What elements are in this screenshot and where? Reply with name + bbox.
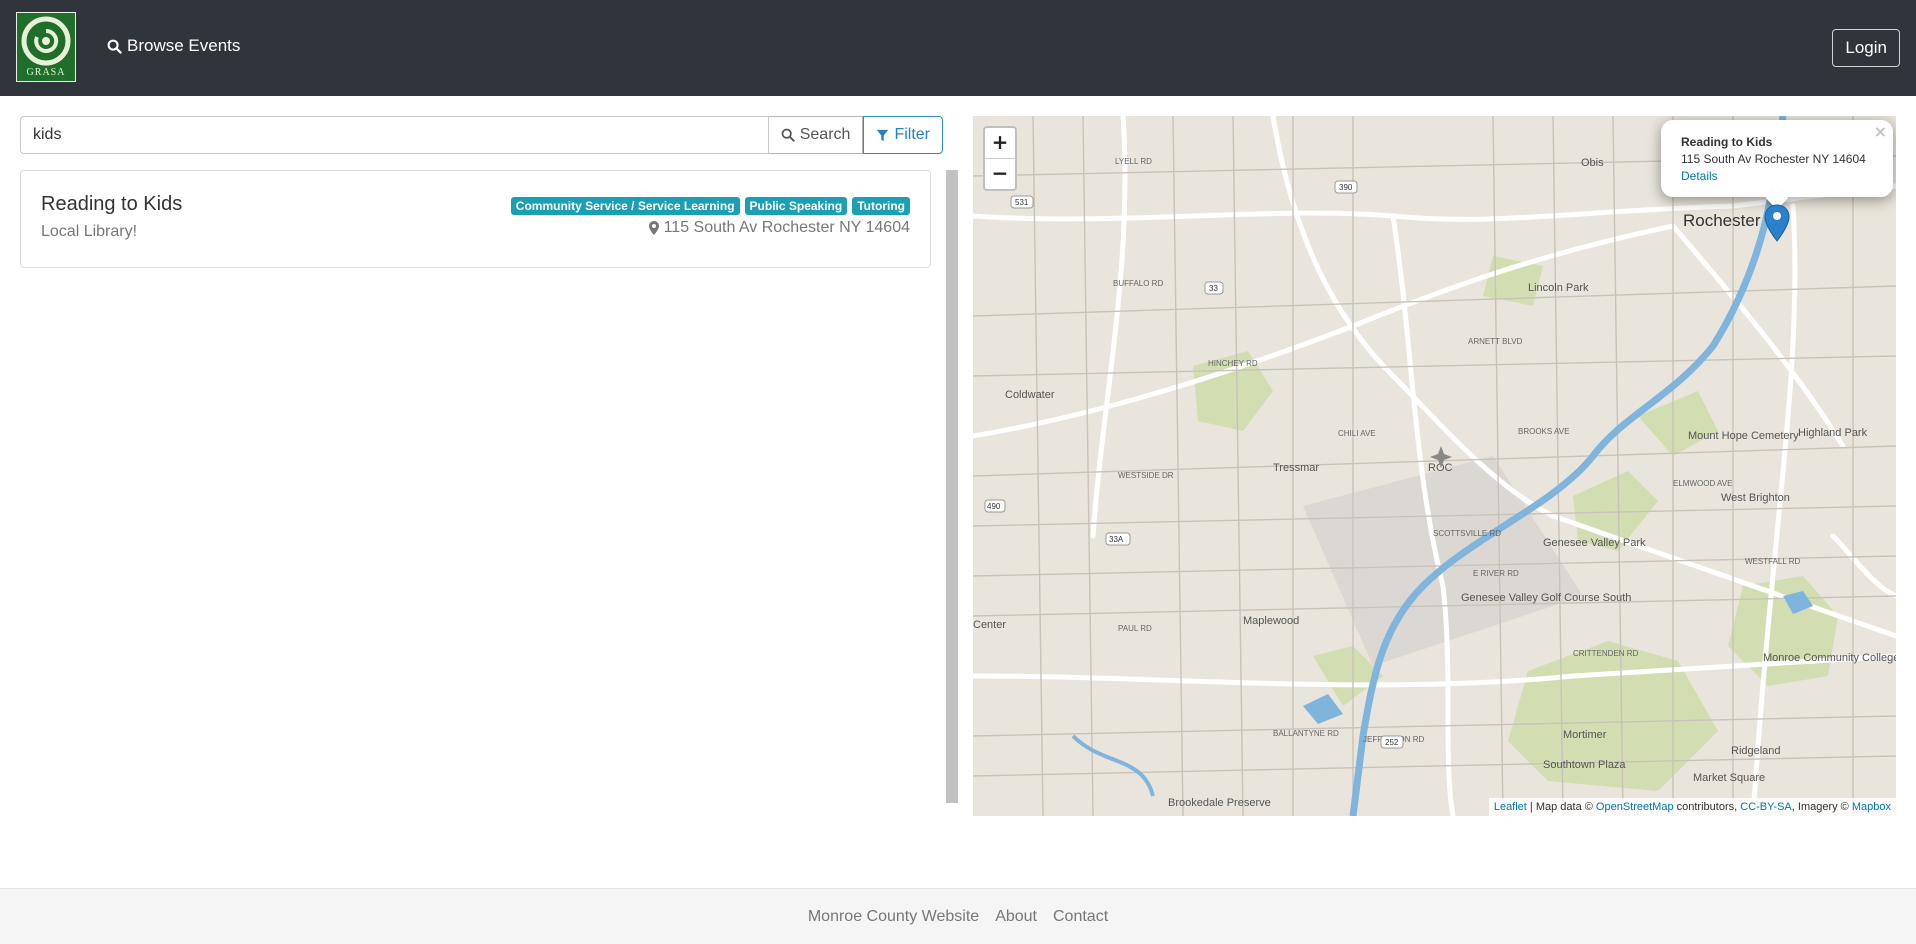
login-button[interactable]: Login	[1832, 29, 1900, 67]
map-label-genesee-valley-park: Genesee Valley Park	[1543, 537, 1646, 549]
navbar: GRASA Browse Events Login	[0, 0, 1916, 96]
map-label-golf-course: Genesee Valley Golf Course South	[1461, 592, 1631, 604]
event-address: 115 South Av Rochester NY 14604	[648, 219, 910, 237]
footer-link-monroe-county[interactable]: Monroe County Website	[808, 908, 979, 926]
map-label-southtown: Southtown Plaza	[1543, 759, 1626, 771]
zoom-control: + −	[983, 126, 1017, 191]
attribution-ccbysa-link[interactable]: CC-BY-SA	[1740, 801, 1792, 813]
filter-button[interactable]: Filter	[863, 116, 943, 154]
map-label-coldwater: Coldwater	[1005, 389, 1055, 401]
attribution-leaflet-link[interactable]: Leaflet	[1494, 801, 1527, 813]
route-shield-252: 252	[1385, 738, 1399, 747]
map-marker-icon[interactable]	[1764, 204, 1790, 242]
map-road-scottsville: SCOTTSVILLE RD	[1433, 529, 1501, 538]
footer-link-about[interactable]: About	[995, 908, 1037, 926]
search-input[interactable]	[20, 116, 769, 154]
search-button[interactable]: Search	[768, 116, 864, 154]
route-shield-531: 531	[1015, 198, 1029, 207]
event-location-name: Local Library!	[41, 223, 138, 240]
attribution-osm-link[interactable]: OpenStreetMap	[1596, 801, 1674, 813]
attribution-mapbox-link[interactable]: Mapbox	[1852, 801, 1891, 813]
result-card[interactable]: Reading to Kids Local Library! Community…	[20, 170, 931, 268]
map-label-mortimer: Mortimer	[1563, 729, 1607, 741]
map-road-ballantyne: BALLANTYNE RD	[1273, 729, 1339, 738]
map-road-hinchey: HINCHEY RD	[1208, 359, 1258, 368]
route-shield-490: 490	[987, 502, 1001, 511]
search-icon	[781, 128, 795, 142]
filter-icon	[877, 129, 889, 141]
map-road-westside: WESTSIDE DR	[1118, 471, 1174, 480]
search-icon	[107, 39, 122, 54]
zoom-out-button[interactable]: −	[985, 159, 1015, 189]
popup-address: 115 South Av Rochester NY 14604	[1681, 152, 1866, 166]
logo-text: GRASA	[26, 67, 66, 78]
map-road-buffalo: BUFFALO RD	[1113, 279, 1163, 288]
map-label-monroe-cc: Monroe Community College	[1763, 652, 1896, 664]
search-button-label: Search	[799, 126, 851, 143]
zoom-in-button[interactable]: +	[985, 128, 1015, 159]
map-popup: × Reading to Kids 115 South Av Rochester…	[1661, 120, 1893, 197]
browse-events-link[interactable]: Browse Events	[107, 36, 240, 56]
map-tiles[interactable]: Rochester Coldwater Tressmar ROC Lincoln…	[973, 116, 1896, 816]
grasa-logo[interactable]: GRASA	[16, 12, 76, 82]
map-label-market-square: Market Square	[1693, 772, 1765, 784]
footer-link-contact[interactable]: Contact	[1053, 908, 1108, 926]
route-shield-33a: 33A	[1109, 535, 1124, 544]
tag-badge: Community Service / Service Learning	[510, 197, 740, 215]
map-road-crittenden: CRITTENDEN RD	[1573, 649, 1639, 658]
map-road-paul: PAUL RD	[1118, 624, 1152, 633]
map-label-mount-hope: Mount Hope Cemetery	[1688, 430, 1799, 442]
map-road-westfall: WESTFALL RD	[1745, 557, 1800, 566]
map-road-arnett: ARNETT BLVD	[1468, 337, 1523, 346]
map-label-tressmar: Tressmar	[1273, 462, 1319, 474]
attribution-text: contributors,	[1673, 801, 1741, 813]
event-address-text: 115 South Av Rochester NY 14604	[663, 219, 910, 236]
results-scrollbar[interactable]	[946, 170, 958, 803]
popup-title: Reading to Kids	[1681, 135, 1773, 149]
map-road-elmwood: ELMWOOD AVE	[1673, 479, 1732, 488]
map-label-west-brighton: West Brighton	[1721, 492, 1790, 504]
map-label-maplewood: Maplewood	[1243, 615, 1299, 627]
map-attribution: Leaflet | Map data © OpenStreetMap contr…	[1488, 798, 1896, 816]
route-shield-390: 390	[1339, 183, 1353, 192]
map-label-ridgeland: Ridgeland	[1731, 745, 1781, 757]
attribution-text: | Map data ©	[1526, 801, 1596, 813]
map-road-chili: CHILI AVE	[1338, 429, 1376, 438]
map-marker-icon	[648, 221, 659, 235]
map-road-lyell: LYELL RD	[1115, 157, 1152, 166]
map-label-lincoln-park: Lincoln Park	[1528, 282, 1589, 294]
event-title[interactable]: Reading to Kids	[41, 193, 182, 216]
popup-details-link[interactable]: Details	[1681, 168, 1873, 185]
map-label-center: Center	[973, 619, 1006, 631]
map-label-brookedale: Brookedale Preserve	[1168, 797, 1271, 809]
footer: Monroe County Website About Contact	[0, 888, 1916, 944]
map-label-rochester: Rochester	[1683, 211, 1761, 230]
route-shield-33: 33	[1209, 284, 1218, 293]
results-list: Reading to Kids Local Library! Community…	[20, 170, 931, 268]
attribution-text: , Imagery ©	[1791, 801, 1852, 813]
tag-badge: Public Speaking	[744, 197, 848, 215]
map-road-e-river: E RIVER RD	[1473, 569, 1519, 578]
filter-button-label: Filter	[894, 126, 930, 143]
search-bar: Search Filter	[20, 116, 943, 154]
map-label-obis: Obis	[1581, 157, 1604, 169]
map-road-brooks: BROOKS AVE	[1518, 427, 1569, 436]
popup-close-icon[interactable]: ×	[1874, 122, 1887, 141]
map-label-highland-park: Highland Park	[1798, 427, 1868, 439]
browse-events-label: Browse Events	[127, 36, 241, 55]
map[interactable]: Rochester Coldwater Tressmar ROC Lincoln…	[973, 116, 1896, 816]
event-tags: Community Service / Service Learning Pub…	[510, 197, 910, 215]
tag-badge: Tutoring	[852, 197, 910, 215]
